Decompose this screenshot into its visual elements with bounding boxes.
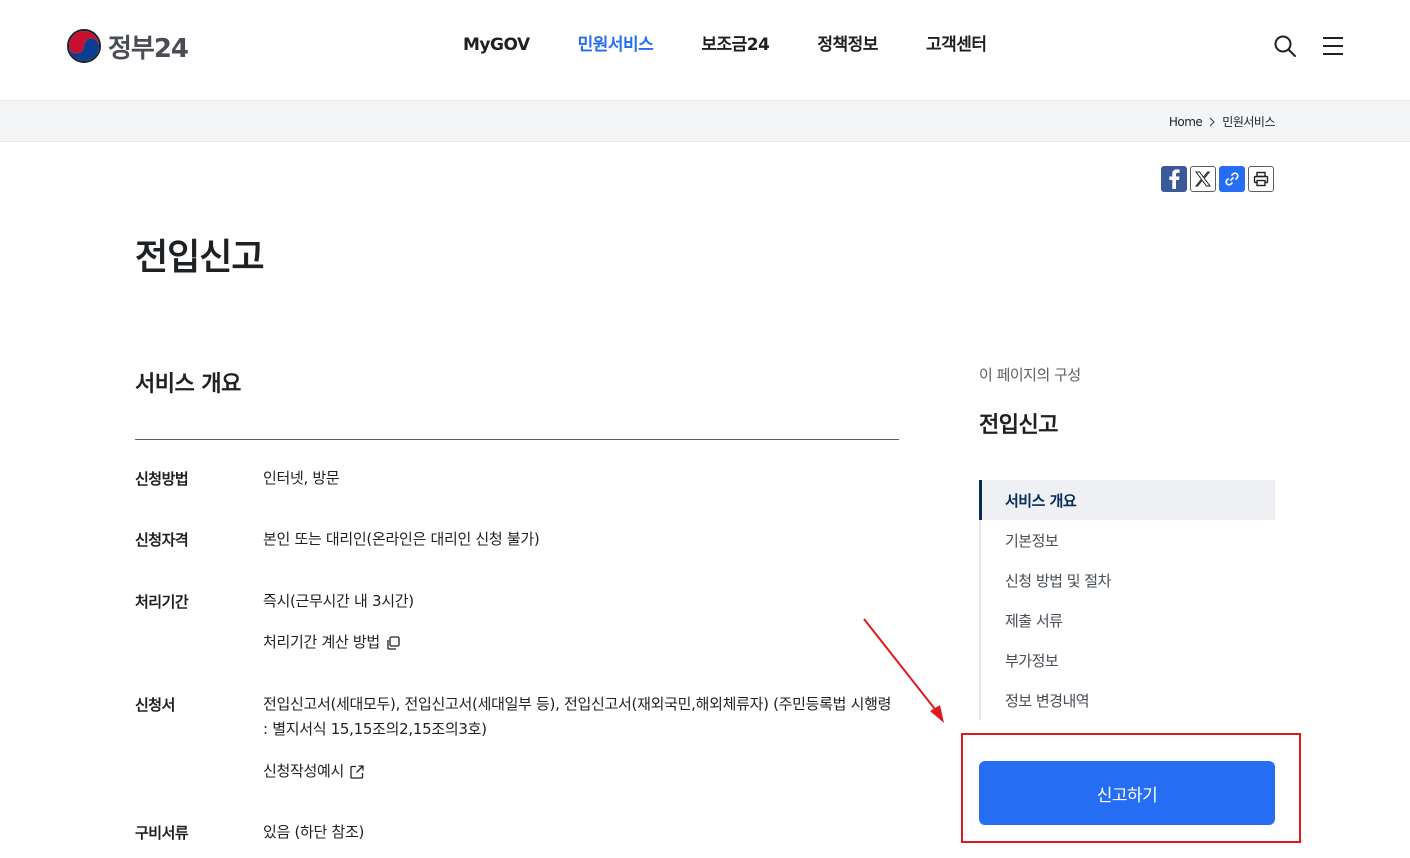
print-icon — [1253, 171, 1269, 187]
breadcrumb-home[interactable]: Home — [1169, 115, 1203, 129]
form-example-link[interactable]: 신청작성예시 — [263, 759, 899, 784]
print-button[interactable] — [1248, 166, 1274, 192]
x-twitter-icon — [1195, 171, 1211, 187]
toc-item-overview[interactable]: 서비스 개요 — [979, 480, 1275, 520]
annotation-highlight-box — [961, 733, 1301, 843]
toc-title: 전입신고 — [979, 413, 1058, 438]
toc-item-submit-documents[interactable]: 제출 서류 — [981, 600, 1275, 640]
label-processing-time: 처리기간 — [135, 593, 189, 611]
facebook-share-button[interactable] — [1161, 166, 1187, 192]
x-share-button[interactable] — [1190, 166, 1216, 192]
section-divider — [135, 439, 899, 440]
facebook-icon — [1169, 169, 1180, 189]
toc-list: 서비스 개요 기본정보 신청 방법 및 절차 제출 서류 부가정보 정보 변경내… — [979, 480, 1275, 720]
processing-time-calc-link-label: 처리기간 계산 방법 — [263, 633, 380, 651]
value-required-documents: 있음 (하단 참조) — [263, 823, 365, 841]
nav-item-subsidy24[interactable]: 보조금24 — [701, 33, 770, 57]
main-nav: MyGOV 민원서비스 보조금24 정책정보 고객센터 — [463, 33, 1035, 57]
toc-item-method-procedure[interactable]: 신청 방법 및 절차 — [981, 560, 1275, 600]
share-toolbar — [1161, 166, 1277, 192]
value-application-form: 전입신고서(세대모두), 전입신고서(세대일부 등), 전입신고서(재외국민,해… — [263, 695, 892, 738]
breadcrumb: Home 민원서비스 — [1169, 113, 1276, 130]
nav-item-customer-center[interactable]: 고객센터 — [926, 33, 987, 57]
nav-item-mygov[interactable]: MyGOV — [463, 33, 530, 57]
label-application-form: 신청서 — [135, 696, 175, 714]
toc-item-additional-info[interactable]: 부가정보 — [981, 640, 1275, 680]
value-eligibility: 본인 또는 대리인(온라인은 대리인 신청 불가) — [263, 530, 540, 548]
page-title: 전입신고 — [135, 237, 264, 278]
breadcrumb-current[interactable]: 민원서비스 — [1222, 113, 1275, 130]
breadcrumb-bar: Home 민원서비스 — [0, 101, 1410, 142]
label-application-method: 신청방법 — [135, 470, 189, 488]
nav-item-civil-service[interactable]: 민원서비스 — [578, 33, 654, 57]
toc-item-basic-info[interactable]: 기본정보 — [981, 520, 1275, 560]
logo-text: 정부24 — [108, 33, 189, 64]
label-required-documents: 구비서류 — [135, 824, 189, 842]
link-copy-icon — [1225, 172, 1239, 186]
section-title-overview: 서비스 개요 — [135, 372, 241, 397]
site-header: 정부24 MyGOV 민원서비스 보조금24 정책정보 고객센터 — [0, 0, 1410, 101]
hamburger-menu-icon[interactable] — [1321, 34, 1345, 58]
copy-link-button[interactable] — [1219, 166, 1245, 192]
label-eligibility: 신청자격 — [135, 531, 189, 549]
processing-time-calc-link[interactable]: 처리기간 계산 방법 — [263, 630, 899, 655]
copy-window-icon — [387, 635, 400, 650]
toc-caption: 이 페이지의 구성 — [979, 366, 1081, 384]
nav-item-policy-info[interactable]: 정책정보 — [817, 33, 878, 57]
chevron-right-icon — [1209, 117, 1216, 126]
toc-item-change-history[interactable]: 정보 변경내역 — [981, 680, 1275, 720]
annotation-arrow-icon — [863, 618, 944, 723]
value-application-method: 인터넷, 방문 — [263, 469, 340, 487]
search-icon[interactable] — [1273, 34, 1297, 58]
external-link-icon — [350, 764, 364, 779]
site-logo[interactable]: 정부24 — [66, 27, 189, 65]
taegeuk-logo-icon — [67, 29, 101, 63]
value-processing-time: 즉시(근무시간 내 3시간) — [263, 592, 414, 610]
form-example-link-label: 신청작성예시 — [263, 762, 345, 780]
